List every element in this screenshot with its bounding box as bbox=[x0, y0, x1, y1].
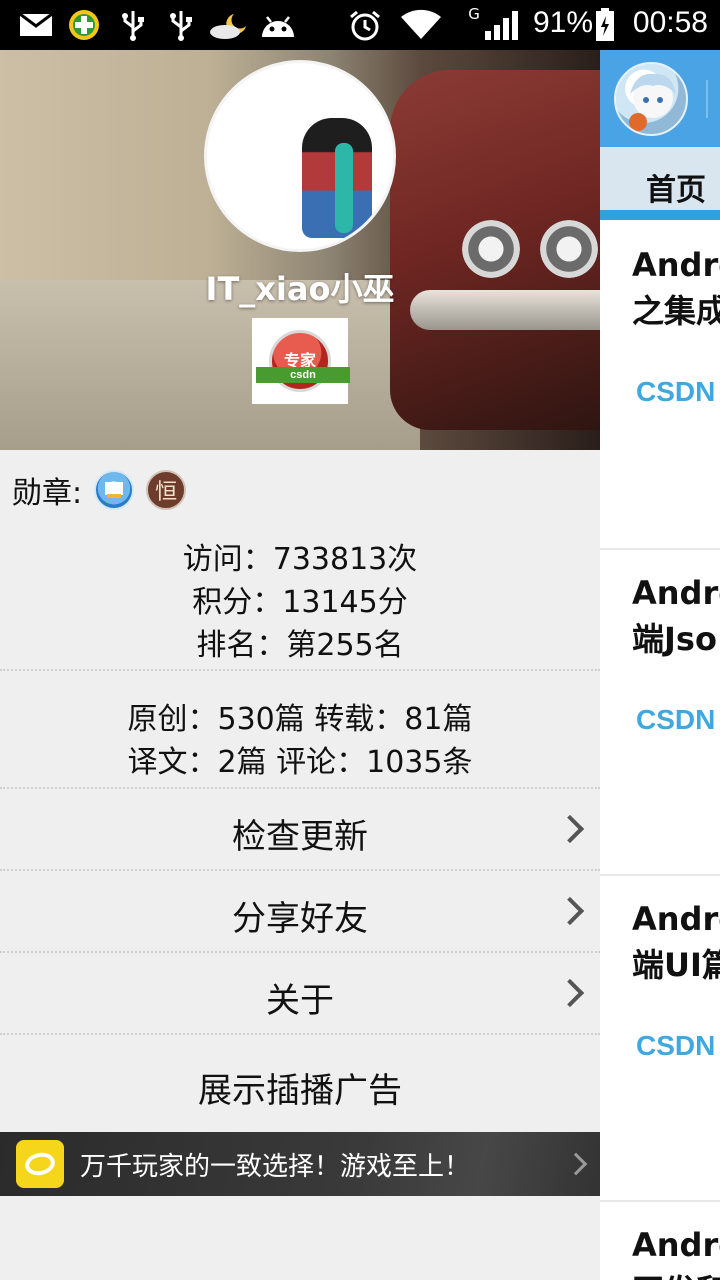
top-bar-separator bbox=[706, 80, 708, 118]
network-type-label: G bbox=[468, 5, 480, 23]
avatar-scarf bbox=[335, 143, 353, 233]
alarm-icon bbox=[348, 10, 382, 41]
article-title-line: Andro bbox=[632, 1226, 720, 1264]
battery-percent: 91% bbox=[533, 6, 594, 39]
stat-rank: 排名：第255名 bbox=[196, 628, 404, 663]
ad-banner[interactable]: 万千玩家的一致选择！游戏至上！ bbox=[0, 1132, 600, 1196]
expert-badge: 专家 csdn bbox=[252, 318, 350, 404]
article-item[interactable]: Andro 之集成 CSDN bbox=[600, 220, 720, 550]
stat-translations-comments: 译文：2篇 评论：1035条 bbox=[127, 745, 473, 780]
tab-indicator bbox=[600, 210, 720, 220]
medals-label: 勋章: bbox=[12, 476, 83, 511]
battery-icon bbox=[594, 8, 616, 41]
article-item[interactable]: Andro 端UI篇 CSDN bbox=[600, 876, 720, 1202]
ad-app-icon bbox=[16, 1140, 64, 1188]
android-icon bbox=[258, 10, 298, 40]
username: IT_xiao小巫 bbox=[205, 270, 395, 308]
menu-label: 展示插播广告 bbox=[198, 1071, 402, 1111]
article-title-line: 端Jso bbox=[632, 620, 717, 658]
expert-badge-icon: 专家 csdn bbox=[256, 330, 350, 392]
main-top-bar bbox=[600, 50, 720, 147]
medal-persistence-icon[interactable]: 恒 bbox=[146, 470, 187, 510]
menu-check-update[interactable]: 检查更新 bbox=[0, 789, 600, 869]
signal-icon bbox=[482, 10, 522, 40]
article-title-line: 开发和 bbox=[632, 1266, 720, 1280]
article-title-line: 之集成 bbox=[632, 292, 720, 330]
stat-original-reposts: 原创：530篇 转载：81篇 bbox=[127, 702, 473, 737]
status-bar: G 91% 00:58 bbox=[0, 0, 720, 50]
usb-icon bbox=[166, 10, 196, 41]
clock: 00:58 bbox=[632, 6, 708, 39]
article-source: CSDN bbox=[636, 704, 716, 735]
stat-visits: 访问：733813次 bbox=[182, 542, 418, 577]
article-title-line: 端UI篇 bbox=[632, 946, 720, 984]
menu-label: 检查更新 bbox=[232, 817, 368, 857]
app-badge-icon bbox=[66, 10, 102, 40]
article-source: CSDN bbox=[636, 376, 716, 407]
article-item[interactable]: Andro 端Jso CSDN bbox=[600, 550, 720, 876]
menu-label: 关于 bbox=[266, 981, 334, 1021]
expert-badge-ribbon: csdn bbox=[256, 367, 350, 383]
menu-about[interactable]: 关于 bbox=[0, 953, 600, 1033]
article-title-line: Andro bbox=[632, 246, 720, 284]
main-page[interactable]: 首页 Andro 之集成 CSDN Andro 端Jso CSDN Andro … bbox=[600, 50, 720, 1280]
avatar[interactable] bbox=[204, 60, 396, 252]
usb-icon bbox=[118, 10, 148, 41]
screen: G 91% 00:58 首页 Andro 之集成 CSDN Andro 端Jso bbox=[0, 0, 720, 1280]
stat-points: 积分：13145分 bbox=[192, 585, 408, 620]
main-tab-bar: 首页 bbox=[600, 147, 720, 219]
article-title-line: Andro bbox=[632, 900, 720, 938]
menu-label: 分享好友 bbox=[232, 899, 368, 939]
tab-home[interactable]: 首页 bbox=[646, 165, 706, 209]
medal-glyph: 恒 bbox=[155, 480, 178, 505]
medals-row: 勋章: 恒 bbox=[12, 468, 198, 512]
ad-text: 万千玩家的一致选择！游戏至上！ bbox=[80, 1152, 471, 1182]
medal-blogger-icon[interactable] bbox=[94, 470, 135, 510]
chevron-right-icon bbox=[564, 1152, 588, 1176]
divider bbox=[0, 669, 600, 671]
mail-icon bbox=[18, 10, 54, 40]
article-source: CSDN bbox=[636, 1030, 716, 1061]
main-avatar[interactable] bbox=[614, 62, 688, 136]
navigation-drawer: IT_xiao小巫 专家 csdn 勋章: 恒 访问：733813次 积分：13… bbox=[0, 50, 600, 1280]
profile-header: IT_xiao小巫 专家 csdn bbox=[0, 50, 600, 450]
menu-show-interstitial-ad[interactable]: 展示插播广告 bbox=[0, 1035, 600, 1131]
weather-icon bbox=[208, 10, 250, 40]
menu-share-friends[interactable]: 分享好友 bbox=[0, 871, 600, 951]
wifi-icon bbox=[398, 9, 444, 40]
article-title-line: Andro bbox=[632, 574, 720, 612]
article-item[interactable]: Andro 开发和 bbox=[600, 1202, 720, 1280]
